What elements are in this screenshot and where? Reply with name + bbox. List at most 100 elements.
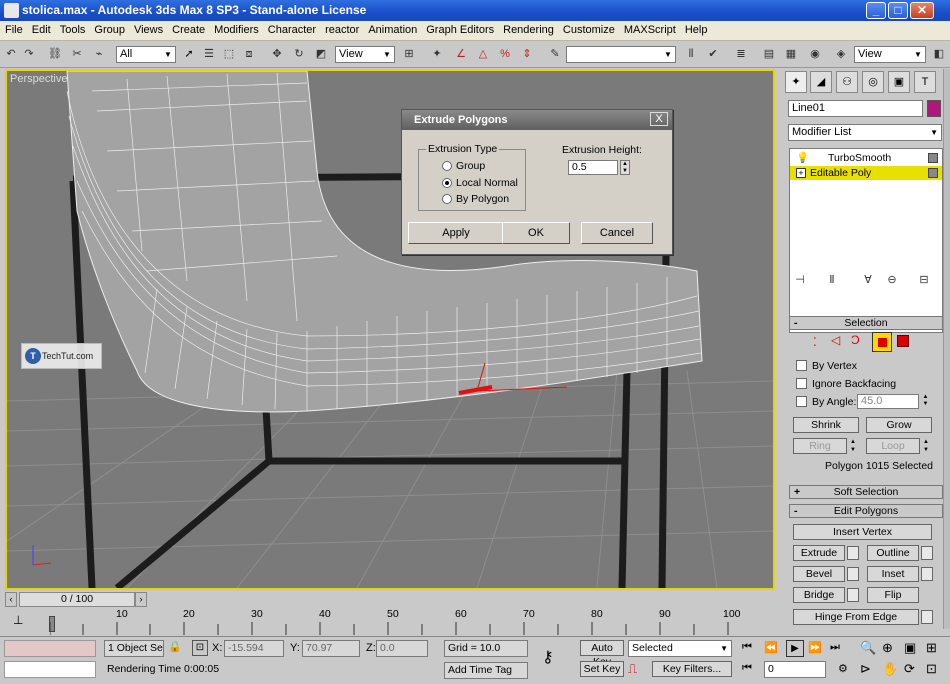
angle-value-input[interactable]: 45.0 (857, 394, 919, 409)
prev-frame-icon[interactable]: ⏪ (764, 641, 778, 654)
by-vertex-checkbox[interactable]: By Vertex (796, 360, 857, 372)
align-icon[interactable]: ✔ (704, 45, 722, 63)
zoom-extents-icon[interactable]: ▣ (904, 640, 916, 656)
menu-views[interactable]: Views (129, 21, 167, 36)
select-link-icon[interactable]: ⛓ (46, 45, 64, 63)
scale-icon[interactable]: ◩ (312, 45, 330, 63)
modifier-list-dropdown[interactable]: Modifier List ▼ (788, 124, 942, 141)
soft-selection-rollout-header[interactable]: + Soft Selection (789, 485, 943, 499)
menu-file[interactable]: File (0, 21, 27, 36)
extrusion-height-input[interactable]: 0.5 (568, 160, 618, 175)
menu-animation[interactable]: Animation (363, 21, 421, 36)
expand-plus-icon[interactable]: + (796, 168, 806, 178)
polygon-mode-icon[interactable] (872, 332, 892, 352)
next-frame-icon[interactable]: ⏩ (808, 641, 822, 654)
dialog-title[interactable]: Extrude Polygons (402, 110, 672, 130)
by-angle-checkbox[interactable]: By Angle: (796, 396, 856, 408)
play-icon[interactable]: ▶ (786, 640, 804, 657)
auto-key-button[interactable]: Auto Key (580, 640, 624, 668)
shrink-button[interactable]: Shrink (793, 417, 859, 433)
maximize-viewport-icon[interactable]: ⊡ (926, 661, 937, 677)
close-button[interactable]: ✕ (910, 2, 934, 19)
render-view-dropdown[interactable]: View ▼ (854, 46, 926, 63)
time-slider-thumb[interactable]: 0 / 100 (19, 592, 135, 607)
viewport-label[interactable]: Perspective (10, 73, 67, 85)
pin-stack-icon[interactable]: ⊣ (791, 271, 809, 289)
edit-polygons-rollout-header[interactable]: - Edit Polygons (789, 504, 943, 518)
stack-item-editable-poly[interactable]: + Editable Poly (790, 166, 942, 180)
zoom-all-icon[interactable]: ⊕ (882, 640, 893, 656)
flip-button[interactable]: Flip (867, 587, 919, 603)
absolute-mode-icon[interactable]: ⊡ (192, 640, 208, 656)
menu-character[interactable]: Character (263, 21, 320, 36)
bind-spacewarp-icon[interactable]: ⌁ (90, 45, 108, 63)
goto-end-icon[interactable]: ⏭ (830, 641, 840, 654)
cancel-button[interactable]: Cancel (581, 222, 653, 244)
layer-manager-icon[interactable]: ≣ (732, 45, 750, 63)
angle-snap-icon[interactable]: △ (474, 45, 492, 63)
window-crossing-icon[interactable]: ⧈ (240, 45, 258, 63)
zoom-icon[interactable]: 🔍 (860, 640, 876, 656)
extrude-settings-icon[interactable] (847, 546, 859, 560)
key-filters-button[interactable]: Key Filters... (652, 661, 732, 677)
spinner-arrows-icon[interactable]: ▲ ▼ (848, 438, 858, 454)
rotate-icon[interactable]: ↻ (290, 45, 308, 63)
key-mode-toggle-icon[interactable]: ⏮ (742, 662, 752, 675)
mini-curve-editor-icon[interactable]: ⊥ (13, 613, 23, 627)
fov-icon[interactable]: ⊳ (860, 661, 871, 677)
move-icon[interactable]: ✥ (268, 45, 286, 63)
undo-icon[interactable]: ↶ (2, 45, 20, 63)
menu-edit[interactable]: Edit (27, 21, 55, 36)
x-coord-field[interactable]: -15.594 (224, 640, 284, 657)
display-tab-icon[interactable]: ▣ (888, 71, 910, 93)
y-coord-field[interactable]: 70.97 (302, 640, 360, 657)
chevron-left-icon[interactable]: ‹ (5, 592, 17, 607)
maxscript-listener-output[interactable] (4, 661, 96, 678)
pivot-center-icon[interactable]: ⊞ (400, 45, 418, 63)
lock-icon[interactable]: 🔒 (168, 640, 182, 653)
menu-create[interactable]: Create (167, 21, 209, 36)
ref-coord-dropdown[interactable]: View ▼ (335, 46, 395, 63)
minimize-button[interactable]: _ (866, 2, 886, 19)
outline-button[interactable]: Outline (867, 545, 919, 561)
menu-customize[interactable]: Customize (558, 21, 619, 36)
loop-button[interactable]: Loop (866, 438, 920, 454)
dialog-close-button[interactable]: X (650, 112, 668, 126)
configure-sets-icon[interactable]: ⊟ (915, 271, 933, 289)
curve-editor-icon[interactable]: ▤ (760, 45, 778, 63)
chevron-right-icon[interactable]: › (135, 592, 147, 607)
make-unique-icon[interactable]: ∀ (859, 271, 877, 289)
maxscript-listener-field[interactable] (4, 640, 96, 657)
menu-reactor[interactable]: reactor (320, 21, 363, 36)
modify-tab-icon[interactable]: ◢ (810, 71, 832, 93)
spinner-arrows-icon[interactable]: ▲ ▼ (921, 438, 931, 454)
track-bar[interactable]: ⊥ 10 20 30 40 50 60 70 80 90 100 (5, 608, 775, 635)
menu-modifiers[interactable]: Modifiers (209, 21, 263, 36)
create-tab-icon[interactable]: ✦ (785, 71, 807, 93)
ignore-backfacing-checkbox[interactable]: Ignore Backfacing (796, 378, 896, 390)
vertex-mode-icon[interactable]: ⁚ (813, 335, 817, 349)
bevel-button[interactable]: Bevel (793, 566, 845, 582)
percent-snap-icon[interactable]: % (496, 45, 514, 63)
unlink-icon[interactable]: ✂ (68, 45, 86, 63)
radio-local-normal[interactable]: Local Normal (442, 177, 518, 189)
manipulate-icon[interactable]: ✦ (428, 45, 446, 63)
redo-icon[interactable]: ↷ (20, 45, 38, 63)
arc-rotate-icon[interactable]: ⟳ (904, 661, 915, 677)
selection-rollout-header[interactable]: - Selection (789, 316, 943, 330)
ring-button[interactable]: Ring (793, 438, 847, 454)
menu-maxscript[interactable]: MAXScript (619, 21, 680, 36)
inset-settings-icon[interactable] (921, 567, 933, 581)
menu-group[interactable]: Group (89, 21, 129, 36)
panel-scrollbar[interactable] (943, 69, 950, 629)
hinge-from-edge-button[interactable]: Hinge From Edge (793, 609, 919, 625)
hierarchy-tab-icon[interactable]: ⚇ (836, 71, 858, 93)
bridge-button[interactable]: Bridge (793, 587, 845, 603)
select-by-name-icon[interactable]: ☰ (200, 45, 218, 63)
element-mode-icon[interactable] (897, 335, 909, 347)
selection-filter-dropdown[interactable]: All ▼ (116, 46, 176, 63)
outline-settings-icon[interactable] (921, 546, 933, 560)
object-color-swatch[interactable] (927, 100, 941, 117)
key-icon[interactable]: ⚷ (542, 647, 554, 667)
select-object-icon[interactable]: ➚ (180, 45, 198, 63)
